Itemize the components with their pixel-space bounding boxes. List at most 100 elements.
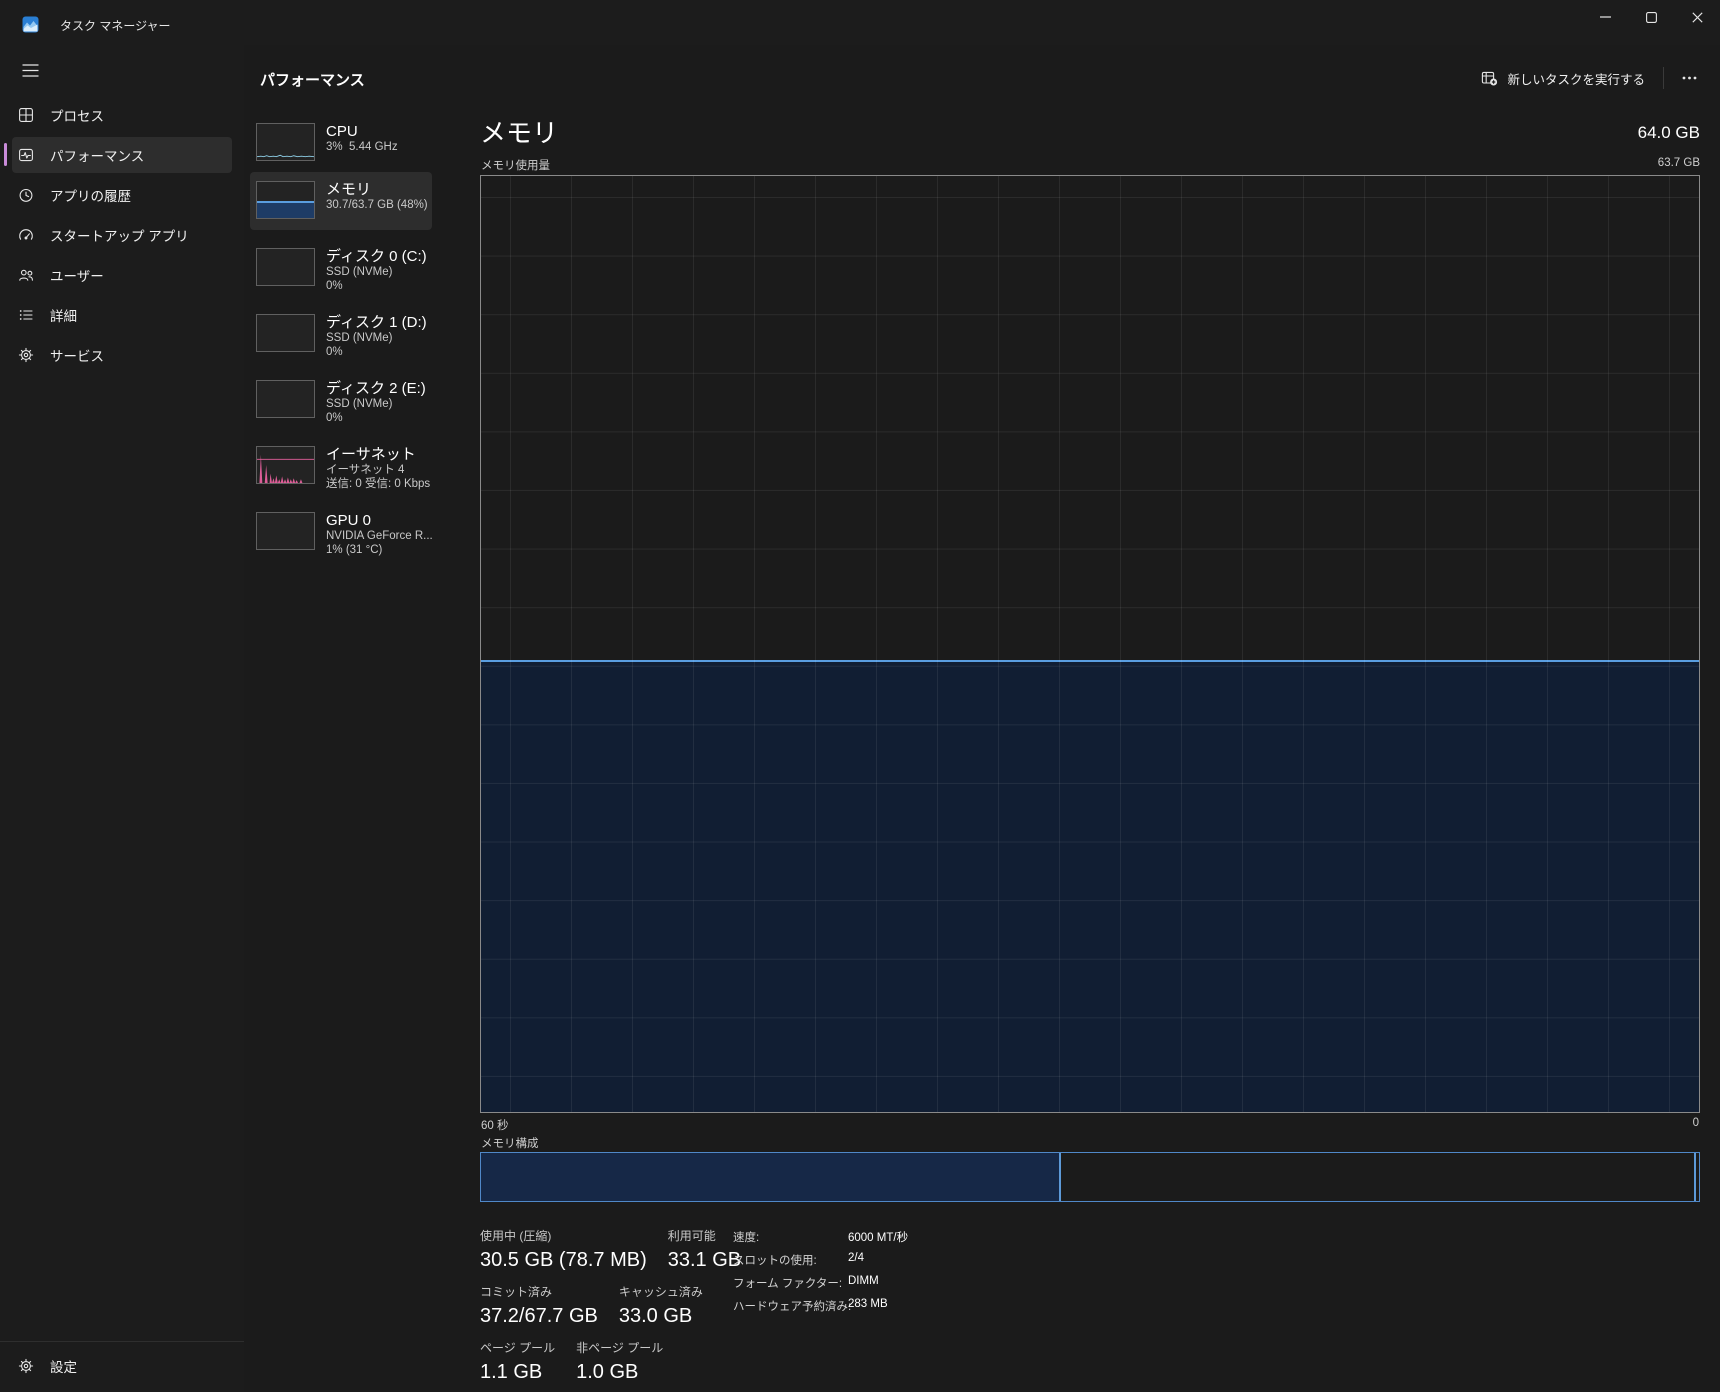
detail-label: ハードウェア予約済み:	[733, 1298, 848, 1314]
perf-item-disk0[interactable]: ディスク 0 (C:) SSD (NVMe) 0%	[250, 236, 432, 302]
gear-icon	[18, 1358, 34, 1374]
usage-chart-max-label: 63.7 GB	[1658, 157, 1700, 169]
close-button[interactable]	[1674, 0, 1720, 34]
sidebar-nav: プロセス パフォーマンス アプリの履歴 スタートアップ アプリ ユーザー	[0, 97, 244, 373]
stat-value: 1.0 GB	[576, 1361, 663, 1384]
detail-label: スロットの使用:	[733, 1252, 848, 1268]
titlebar: タスク マネージャー	[0, 0, 1720, 45]
perf-item-memory[interactable]: メモリ 30.7/63.7 GB (48%)	[250, 172, 432, 230]
stat-label: 利用可能	[668, 1227, 741, 1244]
app-title: タスク マネージャー	[60, 17, 171, 34]
users-icon	[18, 267, 34, 283]
sidebar-item-label: アプリの履歴	[50, 185, 131, 205]
sidebar-item-users[interactable]: ユーザー	[12, 257, 232, 293]
hamburger-icon	[22, 64, 39, 77]
stat-committed: コミット済み 37.2/67.7 GB	[480, 1283, 598, 1328]
memory-usage-graph	[480, 175, 1700, 1113]
composition-used	[481, 1153, 1061, 1201]
sidebar-item-performance[interactable]: パフォーマンス	[12, 137, 232, 173]
perf-item-disk1[interactable]: ディスク 1 (D:) SSD (NVMe) 0%	[250, 302, 432, 368]
memory-composition-bar	[480, 1152, 1700, 1202]
settings-area: 設定	[0, 1341, 244, 1392]
cpu-minichart	[256, 123, 315, 161]
perf-item-name: イーサネット	[326, 446, 430, 463]
detail-form-factor: フォーム ファクター: DIMM	[733, 1275, 908, 1291]
sidebar-item-label: プロセス	[50, 105, 104, 125]
stat-paged-pool: ページ プール 1.1 GB	[480, 1339, 555, 1384]
sidebar: プロセス パフォーマンス アプリの履歴 スタートアップ アプリ ユーザー	[0, 45, 244, 1392]
perf-item-type: SSD (NVMe)	[326, 265, 427, 279]
maximize-icon	[1646, 12, 1657, 23]
hardware-details: 速度: 6000 MT/秒 スロットの使用: 2/4 フォーム ファクター: D…	[733, 1229, 908, 1321]
sidebar-item-label: 設定	[50, 1356, 77, 1376]
perf-item-gpu0[interactable]: GPU 0 NVIDIA GeForce R... 1% (31 °C)	[250, 500, 432, 566]
time-axis-right: 0	[1693, 1117, 1699, 1133]
perf-item-stat: 0%	[326, 411, 426, 425]
details-icon	[18, 307, 34, 323]
perf-item-type: SSD (NVMe)	[326, 331, 427, 345]
stat-label: コミット済み	[480, 1283, 598, 1300]
perf-item-name: ディスク 1 (D:)	[326, 314, 427, 331]
stat-value: 33.0 GB	[619, 1305, 703, 1328]
stat-value: 37.2/67.7 GB	[480, 1305, 598, 1328]
sidebar-item-settings[interactable]: 設定	[12, 1348, 232, 1384]
sidebar-item-label: ユーザー	[50, 265, 104, 285]
detail-value: 283 MB	[848, 1298, 888, 1314]
performance-list: CPU 3% 5.44 GHz メモリ 30.7/63.7 GB (48%) デ…	[250, 114, 432, 566]
usage-chart-label: メモリ使用量	[481, 157, 550, 173]
perf-item-stat: 1% (31 °C)	[326, 543, 432, 557]
time-axis-left: 60 秒	[481, 1117, 509, 1133]
processes-icon	[18, 107, 34, 123]
perf-item-disk2[interactable]: ディスク 2 (E:) SSD (NVMe) 0%	[250, 368, 432, 434]
stat-value: 30.5 GB (78.7 MB)	[480, 1249, 647, 1272]
stat-label: キャッシュ済み	[619, 1283, 703, 1300]
perf-item-name: メモリ	[326, 181, 428, 198]
stat-in-use: 使用中 (圧縮) 30.5 GB (78.7 MB)	[480, 1227, 647, 1272]
detail-value: 2/4	[848, 1252, 864, 1268]
selection-pill	[4, 143, 7, 166]
perf-item-type: SSD (NVMe)	[326, 397, 426, 411]
main-content: パフォーマンス 新しいタスクを実行する CPU 3% 5.44 GHz	[244, 45, 1720, 1392]
sidebar-item-details[interactable]: 詳細	[12, 297, 232, 333]
sidebar-item-label: パフォーマンス	[50, 145, 144, 165]
stat-value: 1.1 GB	[480, 1361, 555, 1384]
perf-item-name: GPU 0	[326, 512, 432, 529]
perf-item-cpu[interactable]: CPU 3% 5.44 GHz	[250, 114, 432, 172]
detail-label: フォーム ファクター:	[733, 1275, 848, 1291]
perf-item-stat: 0%	[326, 345, 427, 359]
minimize-icon	[1600, 16, 1611, 18]
app-history-icon	[18, 187, 34, 203]
services-icon	[18, 347, 34, 363]
stat-value: 33.1 GB	[668, 1249, 741, 1272]
composition-reserved	[1694, 1153, 1699, 1201]
detail-slots: スロットの使用: 2/4	[733, 1252, 908, 1268]
sidebar-item-services[interactable]: サービス	[12, 337, 232, 373]
detail-hardware-reserved: ハードウェア予約済み: 283 MB	[733, 1298, 908, 1314]
task-manager-window: タスク マネージャー プロセス パフォーマンス	[0, 0, 1720, 1392]
maximize-button[interactable]	[1628, 0, 1674, 34]
stat-available: 利用可能 33.1 GB	[668, 1227, 741, 1272]
sidebar-item-label: 詳細	[50, 305, 77, 325]
detail-speed: 速度: 6000 MT/秒	[733, 1229, 908, 1245]
navigation-menu-button[interactable]	[12, 53, 48, 87]
sidebar-item-startup-apps[interactable]: スタートアップ アプリ	[12, 217, 232, 253]
sidebar-item-app-history[interactable]: アプリの履歴	[12, 177, 232, 213]
sidebar-item-processes[interactable]: プロセス	[12, 97, 232, 133]
composition-label: メモリ構成	[481, 1135, 539, 1151]
perf-item-ethernet[interactable]: イーサネット イーサネット 4 送信: 0 受信: 0 Kbps	[250, 434, 432, 500]
perf-item-stat: 0%	[326, 279, 427, 293]
performance-icon	[18, 147, 34, 163]
sidebar-item-label: スタートアップ アプリ	[50, 225, 189, 245]
stat-row: コミット済み 37.2/67.7 GB キャッシュ済み 33.0 GB	[480, 1283, 1700, 1328]
disk0-minichart	[256, 248, 315, 286]
perf-item-stat: 送信: 0 受信: 0 Kbps	[326, 477, 430, 491]
app-icon	[22, 16, 39, 33]
ethernet-minichart	[256, 446, 315, 484]
perf-item-name: CPU	[326, 123, 398, 140]
stat-row: 使用中 (圧縮) 30.5 GB (78.7 MB) 利用可能 33.1 GB	[480, 1227, 1700, 1272]
detail-value: 6000 MT/秒	[848, 1229, 908, 1245]
minimize-button[interactable]	[1582, 0, 1628, 34]
perf-item-type: イーサネット 4	[326, 463, 430, 477]
detail-value: DIMM	[848, 1275, 879, 1291]
perf-item-stat: 3% 5.44 GHz	[326, 140, 398, 154]
